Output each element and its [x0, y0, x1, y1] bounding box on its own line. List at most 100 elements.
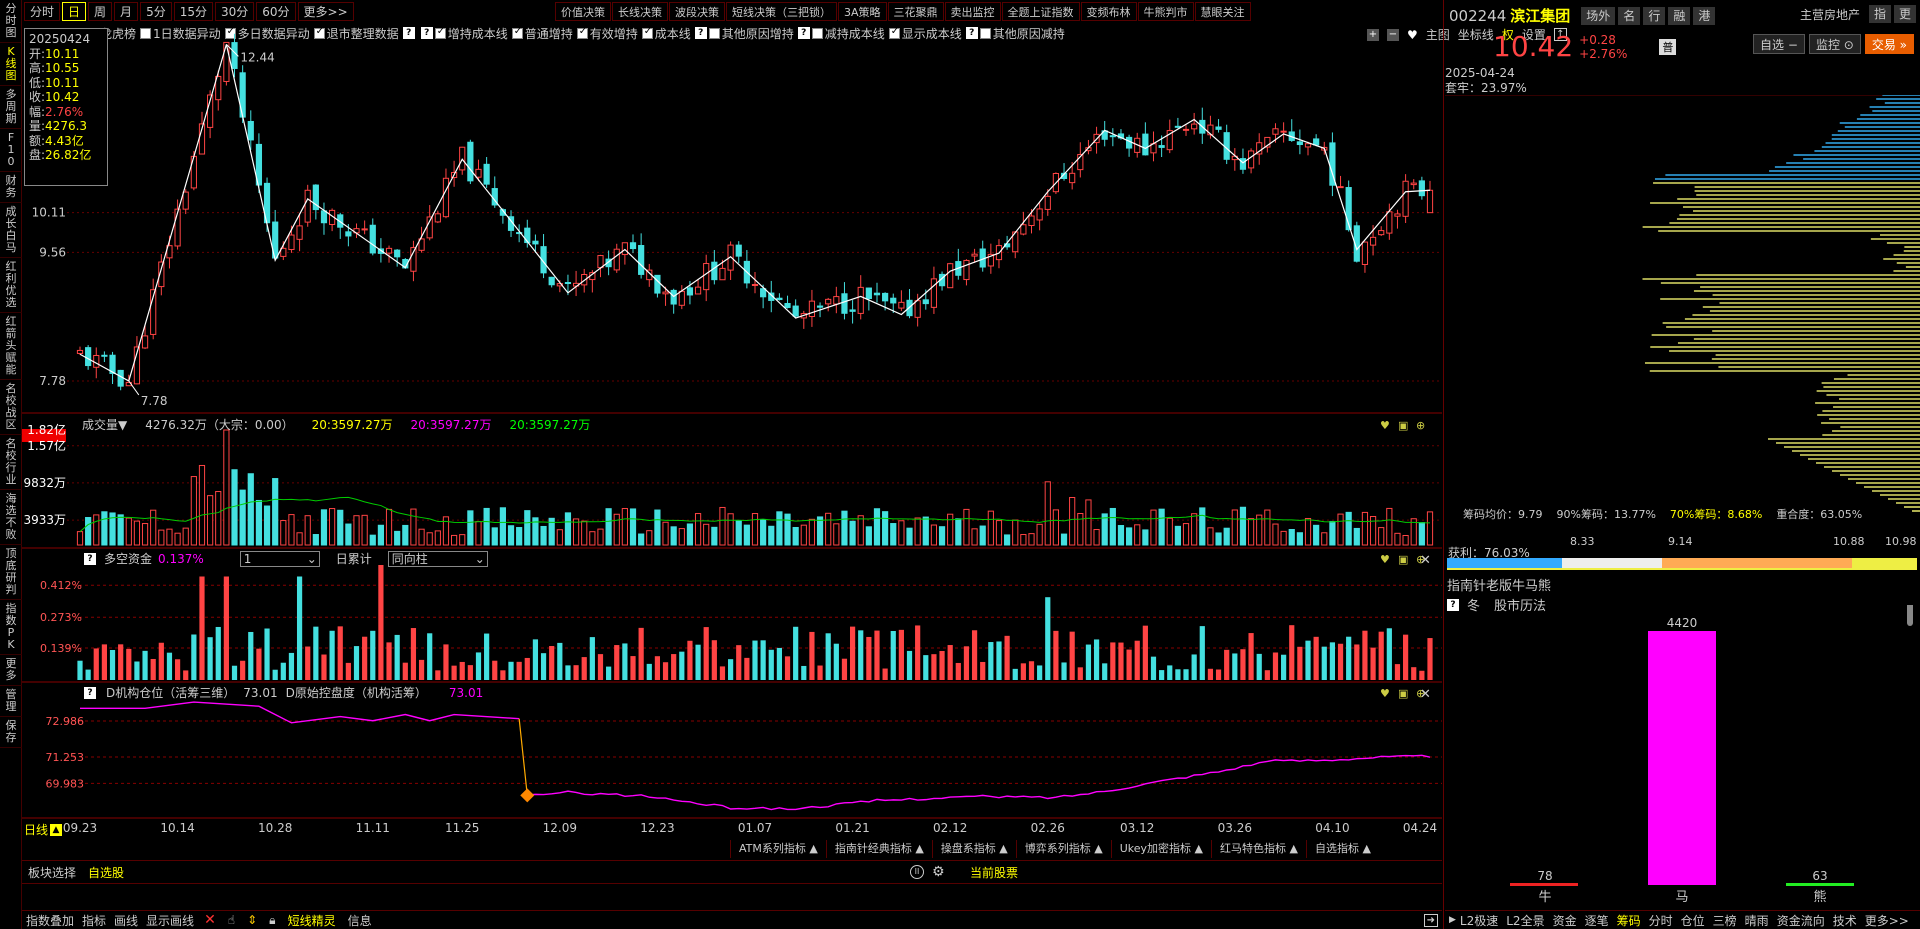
indicator-tab[interactable]: 操盘系指标 ▲ — [931, 840, 1016, 858]
dk-bar — [1150, 656, 1157, 680]
stock-tab[interactable]: 行 — [1643, 6, 1666, 25]
left-nav-item[interactable]: 名校战区 — [0, 380, 22, 435]
help-icon[interactable]: ? — [84, 552, 96, 565]
right-tab[interactable]: 三榜 — [1713, 912, 1737, 929]
pause-icon[interactable]: II — [910, 865, 924, 879]
indicator-tab[interactable]: ATM系列指标 ▲ — [730, 840, 826, 858]
stock-tab[interactable]: 融 — [1668, 6, 1691, 25]
left-nav-item[interactable]: 名校行业 — [0, 435, 22, 490]
panel-tool-icon[interactable]: ♥ — [1380, 553, 1390, 566]
right-tab[interactable]: 分时 — [1649, 912, 1673, 929]
dk-bar — [1102, 663, 1108, 680]
dk-bar — [1313, 636, 1319, 680]
arrow-right-icon[interactable]: ➜ — [1423, 913, 1438, 927]
panel-tool-icon[interactable]: ▣ — [1398, 553, 1408, 566]
dk-bar — [207, 637, 213, 680]
right-tab[interactable]: 筹码 — [1617, 912, 1641, 929]
indicator-tab[interactable]: 指南针经典指标 ▲ — [825, 840, 932, 858]
xaxis-period[interactable]: 日线 ▲ — [24, 821, 63, 838]
volume-bar — [540, 525, 547, 546]
block-select-label[interactable]: 板块选择 — [28, 864, 76, 881]
left-nav-item[interactable]: 保存 — [0, 717, 22, 748]
help-icon[interactable]: ? — [84, 686, 96, 699]
dk-panel-header: ? 多空资金 0.137% 1 ⌄ 日累计 同向柱 ⌄ — [84, 550, 488, 567]
bull-value: 78 — [1537, 869, 1552, 883]
vol-y-tick: 1.57亿 — [27, 438, 66, 453]
indicator-tab[interactable]: 红马特色指标 ▲ — [1211, 840, 1306, 858]
right-tab[interactable]: 晴雨 — [1745, 912, 1769, 929]
left-nav-item[interactable]: K线图 — [0, 43, 22, 86]
left-nav-item[interactable]: 财务 — [0, 172, 22, 203]
volume-bar — [1109, 507, 1116, 546]
dk-select-3[interactable]: 同向柱 ⌄ — [387, 550, 488, 567]
dk-bar — [1037, 665, 1043, 680]
left-nav-item[interactable]: 成长白马 — [0, 203, 22, 258]
current-stock-label[interactable]: 当前股票 — [970, 864, 1018, 881]
candle — [1247, 148, 1255, 174]
bottom-tool[interactable]: 指数叠加 — [26, 912, 74, 929]
panel-tool-icon[interactable]: ▣ — [1398, 419, 1408, 432]
bottom-tool[interactable]: 指标 — [82, 912, 106, 929]
panel-tool-icon[interactable]: ▣ — [1398, 687, 1408, 700]
volume-bar — [1028, 533, 1035, 546]
volume-bar — [621, 508, 628, 546]
left-nav-item[interactable]: 指数PK — [0, 600, 22, 655]
stock-tab[interactable]: 名 — [1618, 6, 1641, 25]
right-tab[interactable]: L2极速 — [1460, 912, 1498, 929]
monitor-button[interactable]: 监控 ⊙ — [1808, 34, 1861, 54]
dk-select-2[interactable]: 日累计 — [336, 550, 372, 567]
hand-icon[interactable]: ☝ — [228, 913, 235, 927]
stock-price: 10.42 — [1493, 30, 1574, 63]
left-nav-item[interactable]: 多周期 — [0, 86, 22, 129]
left-nav-item[interactable]: 更多 — [0, 655, 22, 686]
right-tab[interactable]: 资金流向 — [1777, 912, 1825, 929]
dk-bar — [1093, 639, 1100, 680]
left-nav-item[interactable]: 红利优选 — [0, 258, 22, 313]
panel-tool-icon[interactable]: ♥ — [1380, 687, 1390, 700]
panel-tool-icon[interactable]: ♥ — [1380, 419, 1390, 432]
play-icon[interactable]: ▶ — [1449, 915, 1456, 925]
left-nav-item[interactable]: 顶底研判 — [0, 545, 22, 600]
left-nav-item[interactable]: 管理 — [0, 686, 22, 717]
delete-icon[interactable]: ✕ — [204, 912, 216, 928]
panel-tool-icon[interactable]: ⊕ — [1416, 419, 1425, 432]
left-nav-item[interactable]: 红箭头赋能 — [0, 313, 22, 380]
indicator-tab[interactable]: Ukey加密指标 ▲ — [1110, 840, 1211, 858]
x-date-label: 04.10 — [1315, 821, 1349, 835]
right-tab[interactable]: 逐笔 — [1585, 912, 1609, 929]
candle — [776, 293, 783, 301]
block-select-value[interactable]: 自选股 — [88, 864, 124, 881]
industry-tab[interactable]: 指 — [1868, 5, 1891, 23]
stock-tab[interactable]: 港 — [1693, 6, 1716, 25]
x-date-label: 04.24 — [1403, 821, 1437, 835]
left-nav-item[interactable]: F10 — [0, 129, 22, 172]
indicator-tab[interactable]: 自选指标 ▲ — [1305, 840, 1379, 858]
bear-label: 熊 — [1813, 889, 1826, 905]
industry-tab[interactable]: 更 — [1893, 5, 1916, 23]
right-tab[interactable]: L2全景 — [1506, 912, 1544, 929]
favorite-button[interactable]: 自选 − — [1753, 34, 1805, 54]
left-nav-item[interactable]: 分时图 — [0, 0, 22, 43]
bottom-tool[interactable]: 画线 — [114, 912, 138, 929]
volume-bar — [117, 514, 124, 546]
dk-select-1[interactable]: 1 ⌄ — [239, 550, 320, 567]
close-icon[interactable]: ✕ — [1420, 687, 1431, 702]
close-icon[interactable]: ✕ — [1420, 553, 1431, 568]
lock-icon[interactable]: 🔒︎ — [269, 913, 275, 928]
scrollbar[interactable] — [1907, 605, 1913, 626]
x-date-label: 02.26 — [1031, 821, 1065, 835]
trade-button[interactable]: 交易 » — [1864, 34, 1914, 54]
left-nav-item[interactable]: 海选不败 — [0, 490, 22, 545]
right-tab[interactable]: 技术 — [1833, 912, 1857, 929]
indicator-tab[interactable]: 博弈系列指标 ▲ — [1015, 840, 1111, 858]
move-icon[interactable]: ⇕ — [247, 913, 257, 927]
gear-icon[interactable]: ⚙ — [932, 864, 945, 880]
right-tab[interactable]: 更多>> — [1865, 912, 1909, 929]
volume-title[interactable]: 成交量▼ — [82, 416, 127, 433]
stock-tab[interactable]: 场外 — [1581, 6, 1616, 25]
bottom-tab[interactable]: 信息 — [348, 912, 372, 929]
right-tab[interactable]: 资金 — [1553, 912, 1577, 929]
bottom-tool[interactable]: 显示画线 — [146, 912, 194, 929]
bottom-tab[interactable]: 短线精灵 — [288, 912, 336, 929]
right-tab[interactable]: 仓位 — [1681, 912, 1705, 929]
